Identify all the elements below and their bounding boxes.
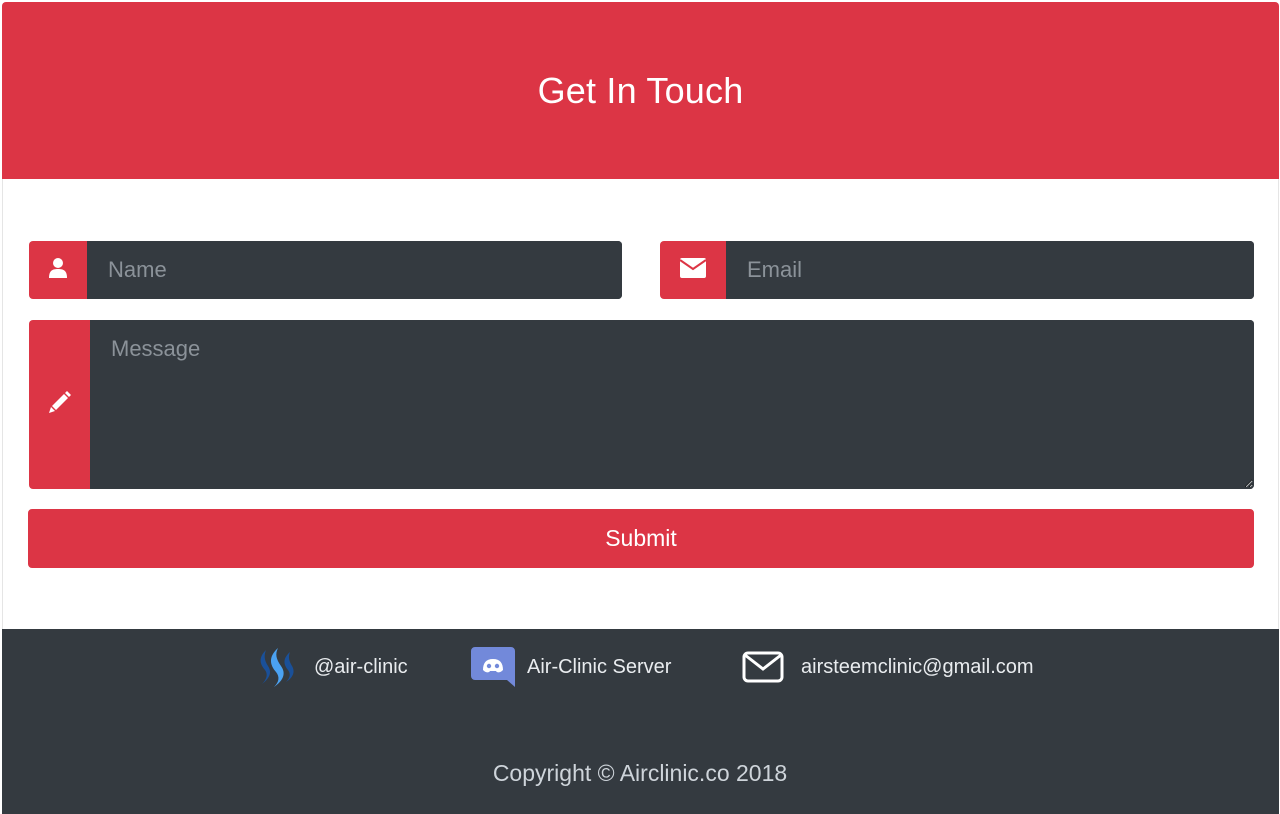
pencil-icon xyxy=(48,391,71,418)
submit-button[interactable]: Submit xyxy=(28,509,1254,568)
email-input-group xyxy=(660,241,1254,299)
message-input-group xyxy=(29,320,1254,489)
envelope-icon xyxy=(679,257,707,283)
email-input[interactable] xyxy=(726,241,1254,299)
discord-link[interactable]: Air-Clinic Server xyxy=(471,646,671,688)
mail-icon xyxy=(742,651,784,683)
steem-link-label: @air-clinic xyxy=(314,655,408,678)
user-icon xyxy=(49,257,67,284)
name-addon xyxy=(29,241,87,299)
mail-link[interactable]: airsteemclinic@gmail.com xyxy=(742,646,1034,688)
copyright-text: Copyright © Airclinic.co 2018 xyxy=(492,760,788,786)
email-addon xyxy=(660,241,726,299)
message-textarea[interactable] xyxy=(90,320,1254,489)
steem-link[interactable]: @air-clinic xyxy=(256,646,408,688)
page-title: Get In Touch xyxy=(537,69,744,111)
discord-icon xyxy=(471,647,515,687)
contact-page: Get In Touch Name Email Message Submit @… xyxy=(0,0,1280,814)
header-banner: Get In Touch xyxy=(2,2,1279,179)
message-addon xyxy=(29,320,90,489)
mail-link-label: airsteemclinic@gmail.com xyxy=(801,655,1034,678)
discord-link-label: Air-Clinic Server xyxy=(527,655,672,678)
name-input[interactable] xyxy=(87,241,622,299)
steem-icon xyxy=(256,646,302,688)
name-input-group xyxy=(29,241,622,299)
